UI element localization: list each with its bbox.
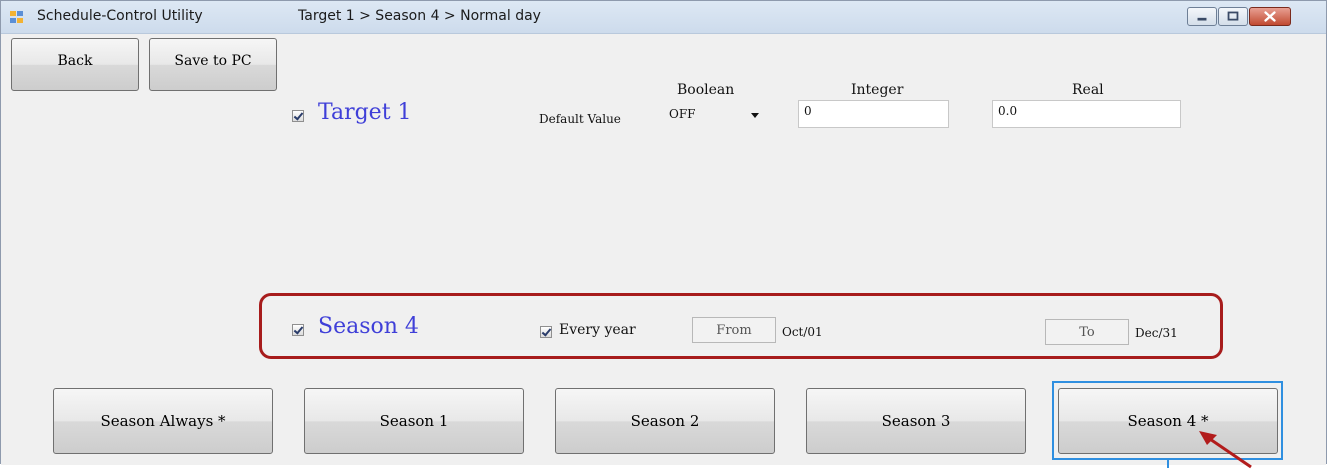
close-button[interactable] — [1249, 7, 1291, 26]
season-3-button[interactable]: Season 3 — [806, 388, 1026, 454]
to-button[interactable]: To — [1045, 319, 1129, 345]
minimize-button[interactable] — [1187, 7, 1217, 26]
focus-frame-tail — [1167, 458, 1169, 468]
default-value-label: Default Value — [539, 112, 621, 126]
season-label: Season 4 — [318, 314, 419, 339]
season-1-button[interactable]: Season 1 — [304, 388, 524, 454]
to-date: Dec/31 — [1135, 326, 1178, 340]
integer-input[interactable]: 0 — [798, 100, 949, 128]
season-2-button[interactable]: Season 2 — [555, 388, 775, 454]
boolean-select-value: OFF — [669, 107, 696, 121]
minimize-icon — [1197, 17, 1207, 21]
dropdown-arrow-icon — [751, 113, 759, 118]
real-header: Real — [1072, 82, 1104, 98]
maximize-icon — [1227, 11, 1239, 21]
season-always-button[interactable]: Season Always * — [53, 388, 273, 454]
real-input[interactable]: 0.0 — [992, 100, 1181, 128]
close-icon — [1264, 11, 1276, 22]
integer-header: Integer — [851, 82, 904, 98]
title-bar: Schedule-Control Utility Target 1 > Seas… — [1, 1, 1326, 34]
app-icon — [10, 10, 24, 24]
main-content: Back Save to PC Target 1 Default Value B… — [1, 34, 1326, 469]
season-checkbox[interactable] — [292, 324, 304, 336]
every-year-label: Every year — [559, 322, 636, 338]
target-label: Target 1 — [318, 100, 412, 125]
from-button[interactable]: From — [692, 317, 776, 343]
app-window: Schedule-Control Utility Target 1 > Seas… — [0, 0, 1327, 469]
back-button[interactable]: Back — [11, 38, 139, 91]
maximize-button[interactable] — [1218, 7, 1248, 26]
target-checkbox[interactable] — [292, 110, 304, 122]
boolean-select[interactable]: OFF — [665, 103, 765, 125]
breadcrumb: Target 1 > Season 4 > Normal day — [298, 8, 541, 24]
save-to-pc-button[interactable]: Save to PC — [149, 38, 277, 91]
pointer-arrow — [1199, 431, 1252, 469]
from-date: Oct/01 — [782, 325, 823, 339]
app-title: Schedule-Control Utility — [37, 8, 203, 24]
boolean-header: Boolean — [677, 82, 735, 98]
every-year-checkbox[interactable] — [540, 326, 552, 338]
